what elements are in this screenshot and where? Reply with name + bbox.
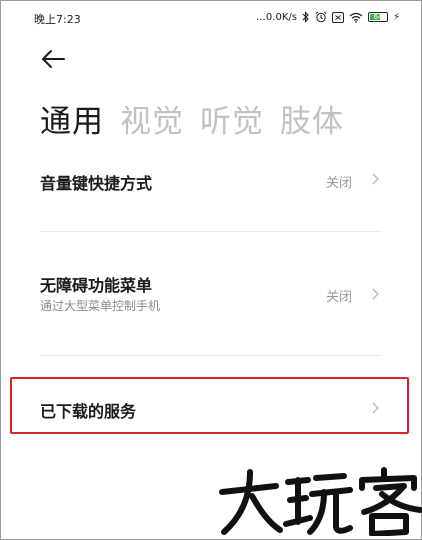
wifi-icon — [349, 12, 363, 23]
setting-value: 关闭 — [325, 290, 352, 305]
divider — [40, 231, 382, 232]
back-button[interactable] — [40, 48, 70, 74]
tab-hearing[interactable]: 听觉 — [200, 96, 264, 141]
sim-icon — [331, 11, 344, 23]
setting-row-volume-shortcut[interactable]: 音量键快捷方式 关闭 — [40, 166, 382, 196]
tab-vision[interactable]: 视觉 — [120, 96, 184, 141]
category-tabs: 通用 视觉 听觉 肢体 — [40, 96, 344, 141]
network-speed: …0.0K/s — [255, 11, 297, 23]
alarm-icon — [315, 11, 327, 23]
charging-icon: ⚡ — [392, 11, 400, 23]
status-time: 晚上7:23 — [34, 13, 81, 26]
setting-title: 无障碍功能菜单 — [40, 276, 153, 295]
tab-physical[interactable]: 肢体 — [280, 96, 344, 141]
setting-row-accessibility-menu[interactable]: 无障碍功能菜单 通过大型菜单控制手机 关闭 — [40, 270, 382, 320]
setting-value: 关闭 — [325, 176, 352, 191]
setting-title: 音量键快捷方式 — [40, 174, 153, 193]
chevron-right-icon — [372, 173, 379, 185]
arrow-left-icon — [42, 50, 65, 68]
highlight-box — [10, 377, 409, 434]
status-icons: …0.0K/s 64 ⚡ — [256, 9, 400, 25]
divider — [40, 355, 382, 356]
battery-level: 64 — [373, 13, 383, 21]
battery-icon: 64 — [367, 12, 388, 22]
setting-subtitle: 通过大型菜单控制手机 — [40, 299, 161, 313]
watermark-logo — [219, 467, 422, 536]
bluetooth-icon — [302, 11, 309, 23]
status-bar: 晚上7:23 …0.0K/s 64 ⚡ — [0, 0, 422, 36]
chevron-right-icon — [372, 288, 379, 300]
tab-general[interactable]: 通用 — [40, 96, 104, 141]
